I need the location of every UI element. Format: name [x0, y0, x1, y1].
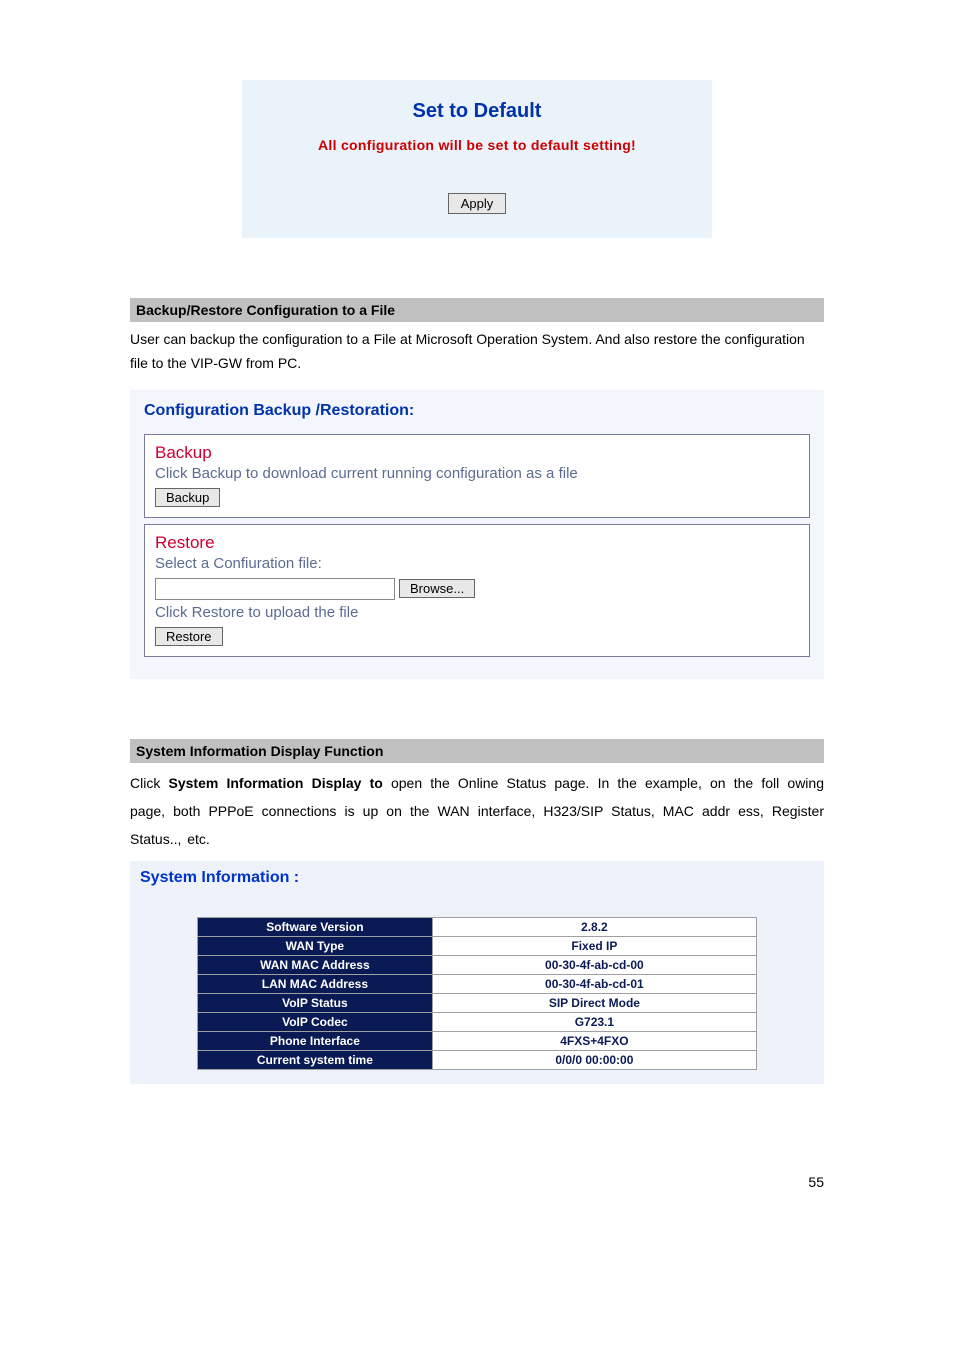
- restore-box: Restore Select a Confiuration file: Brow…: [144, 524, 810, 657]
- table-row: WAN TypeFixed IP: [198, 936, 757, 955]
- restore-upload-text: Click Restore to upload the file: [155, 604, 799, 621]
- sysinfo-key: VoIP Codec: [198, 1012, 433, 1031]
- sysinfo-key: Phone Interface: [198, 1031, 433, 1050]
- browse-button[interactable]: Browse...: [399, 579, 475, 598]
- restore-file-row: Browse...: [155, 578, 799, 600]
- sysinfo-para-bold: System Information Display to: [169, 775, 383, 791]
- backup-restore-heading: Backup/Restore Configuration to a File: [130, 298, 824, 322]
- sysinfo-key: WAN MAC Address: [198, 955, 433, 974]
- set-default-panel: Set to Default All configuration will be…: [242, 80, 712, 238]
- restore-title: Restore: [155, 533, 799, 553]
- table-row: WAN MAC Address00-30-4f-ab-cd-00: [198, 955, 757, 974]
- table-row: VoIP StatusSIP Direct Mode: [198, 993, 757, 1012]
- backup-text: Click Backup to download current running…: [155, 465, 799, 482]
- table-row: LAN MAC Address00-30-4f-ab-cd-01: [198, 974, 757, 993]
- sysinfo-paragraph: Click System Information Display to open…: [130, 769, 824, 853]
- sysinfo-value: G723.1: [432, 1012, 756, 1031]
- apply-button[interactable]: Apply: [448, 193, 507, 214]
- sysinfo-key: Software Version: [198, 917, 433, 936]
- sysinfo-panel: System Information : Software Version2.8…: [130, 861, 824, 1084]
- table-row: Current system time0/0/0 00:00:00: [198, 1050, 757, 1069]
- sysinfo-key: VoIP Status: [198, 993, 433, 1012]
- sysinfo-value: 0/0/0 00:00:00: [432, 1050, 756, 1069]
- sysinfo-key: Current system time: [198, 1050, 433, 1069]
- set-default-title: Set to Default: [262, 100, 692, 123]
- sysinfo-heading: System Information Display Function: [130, 739, 824, 763]
- sysinfo-value: 00-30-4f-ab-cd-00: [432, 955, 756, 974]
- page-number: 55: [0, 1124, 954, 1220]
- sysinfo-key: WAN Type: [198, 936, 433, 955]
- sysinfo-key: LAN MAC Address: [198, 974, 433, 993]
- set-default-warning: All configuration will be set to default…: [262, 137, 692, 153]
- restore-file-input[interactable]: [155, 578, 395, 600]
- sysinfo-panel-title: System Information :: [140, 869, 818, 887]
- sysinfo-value: Fixed IP: [432, 936, 756, 955]
- sysinfo-value: 4FXS+4FXO: [432, 1031, 756, 1050]
- backup-button[interactable]: Backup: [155, 488, 220, 507]
- backup-restore-panel: Configuration Backup /Restoration: Backu…: [130, 390, 824, 679]
- backup-title: Backup: [155, 443, 799, 463]
- sysinfo-para-prefix: Click: [130, 775, 169, 791]
- backup-restore-panel-title: Configuration Backup /Restoration:: [144, 402, 810, 420]
- sysinfo-value: SIP Direct Mode: [432, 993, 756, 1012]
- sysinfo-value: 00-30-4f-ab-cd-01: [432, 974, 756, 993]
- sysinfo-value: 2.8.2: [432, 917, 756, 936]
- restore-text: Select a Confiuration file:: [155, 555, 799, 572]
- restore-button[interactable]: Restore: [155, 627, 223, 646]
- table-row: Phone Interface4FXS+4FXO: [198, 1031, 757, 1050]
- backup-restore-paragraph: User can backup the configuration to a F…: [130, 328, 824, 376]
- sysinfo-table: Software Version2.8.2WAN TypeFixed IPWAN…: [197, 917, 757, 1070]
- table-row: VoIP CodecG723.1: [198, 1012, 757, 1031]
- table-row: Software Version2.8.2: [198, 917, 757, 936]
- backup-box: Backup Click Backup to download current …: [144, 434, 810, 518]
